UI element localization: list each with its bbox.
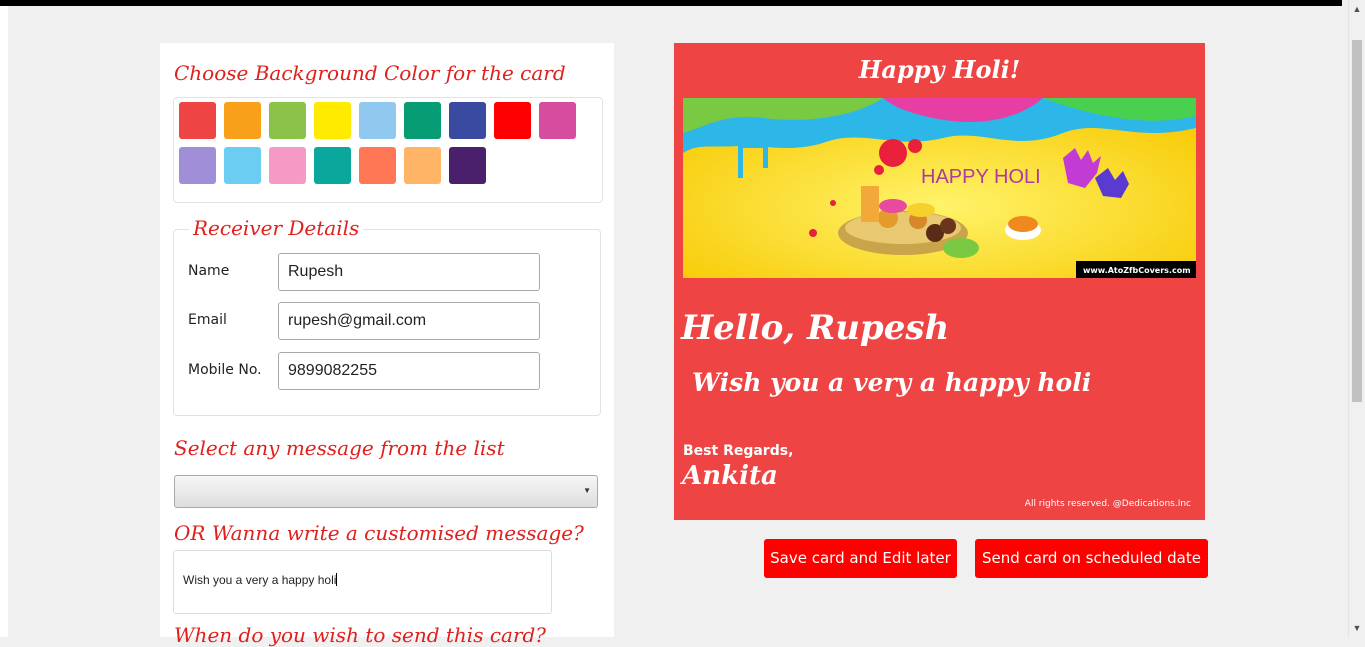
email-input[interactable]: rupesh@gmail.com	[278, 302, 540, 340]
select-message-heading: Select any message from the list	[174, 436, 505, 460]
color-swatch[interactable]	[404, 102, 441, 139]
color-swatch[interactable]	[449, 102, 486, 139]
name-input[interactable]: Rupesh	[278, 253, 540, 291]
color-swatch[interactable]	[449, 147, 486, 184]
page-edge	[0, 6, 8, 637]
color-swatch[interactable]	[269, 102, 306, 139]
banner-watermark: www.AtoZfbCovers.com	[1083, 266, 1191, 275]
color-swatch-grid	[173, 97, 603, 203]
text-caret	[336, 573, 338, 586]
card-title: Happy Holi!	[858, 55, 1021, 84]
card-sender: Ankita	[682, 461, 778, 491]
color-swatch[interactable]	[404, 147, 441, 184]
receiver-details-fieldset: Receiver Details Name Rupesh Email rupes…	[173, 216, 601, 416]
color-swatch[interactable]	[494, 102, 531, 139]
receiver-details-legend: Receiver Details	[189, 216, 364, 240]
custom-message-text: Wish you a very a happy holi	[183, 573, 337, 587]
email-label: Email	[188, 312, 227, 328]
color-swatch[interactable]	[314, 102, 351, 139]
scroll-down-icon[interactable]: ▼	[1349, 621, 1365, 635]
card-preview: Happy Holi! HAPPY HOLI www.AtoZfbCovers.…	[674, 43, 1205, 520]
mobile-label: Mobile No.	[188, 362, 262, 378]
card-options-panel: Choose Background Color for the card Rec…	[160, 43, 614, 647]
bg-color-heading: Choose Background Color for the card	[174, 61, 566, 85]
chevron-down-icon: ▼	[583, 486, 591, 495]
vertical-scrollbar[interactable]: ▲ ▼	[1348, 0, 1365, 637]
card-message: Wish you a very a happy holi	[692, 368, 1092, 397]
color-swatch[interactable]	[539, 102, 576, 139]
holi-banner-image: HAPPY HOLI www.AtoZfbCovers.com	[683, 98, 1196, 278]
color-swatch[interactable]	[179, 147, 216, 184]
top-bar	[0, 0, 1342, 6]
color-swatch[interactable]	[269, 147, 306, 184]
color-swatch[interactable]	[179, 102, 216, 139]
color-swatch[interactable]	[359, 147, 396, 184]
card-regards: Best Regards,	[683, 443, 794, 459]
save-card-button[interactable]: Save card and Edit later	[764, 539, 957, 578]
color-swatch[interactable]	[314, 147, 351, 184]
card-footer: All rights reserved. @Dedications.Inc	[1024, 499, 1191, 509]
custom-message-textarea[interactable]: Wish you a very a happy holi	[173, 550, 552, 614]
color-swatch[interactable]	[224, 102, 261, 139]
message-select[interactable]: ▼	[174, 475, 598, 508]
card-greeting: Hello, Rupesh	[681, 308, 950, 348]
name-label: Name	[188, 263, 230, 279]
custom-message-heading: OR Wanna write a customised message?	[174, 521, 584, 545]
banner-text: HAPPY HOLI	[921, 166, 1041, 188]
schedule-heading: When do you wish to send this card?	[174, 623, 547, 647]
mobile-input[interactable]: 9899082255	[278, 352, 540, 390]
scroll-up-icon[interactable]: ▲	[1349, 2, 1365, 16]
scroll-thumb[interactable]	[1352, 40, 1362, 402]
color-swatch[interactable]	[224, 147, 261, 184]
send-card-button[interactable]: Send card on scheduled date	[975, 539, 1208, 578]
color-swatch[interactable]	[359, 102, 396, 139]
